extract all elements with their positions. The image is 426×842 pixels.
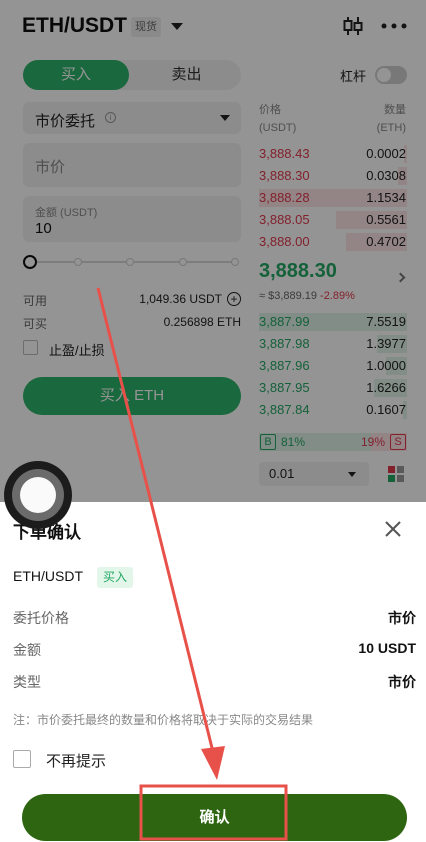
modal-overlay[interactable] — [0, 0, 426, 502]
detail-value: 市价 — [388, 674, 416, 690]
sheet-pair: ETH/USDT — [13, 568, 83, 584]
detail-label: 委托价格 — [13, 610, 69, 626]
detail-row: 类型 市价 — [13, 669, 416, 691]
close-icon[interactable] — [383, 519, 403, 539]
detail-label: 类型 — [13, 674, 41, 690]
confirm-button[interactable]: 确认 — [22, 794, 407, 841]
detail-row: 金额 10 USDT — [13, 637, 416, 659]
assistive-core — [20, 477, 56, 513]
detail-row: 委托价格 市价 — [13, 605, 416, 627]
assistive-touch-button[interactable] — [4, 461, 72, 529]
dont-remind-label: 不再提示 — [46, 753, 107, 770]
order-confirm-sheet: 下单确认 ETH/USDT 买入 委托价格 市价 金额 10 USDT 类型 市… — [0, 502, 426, 842]
checkbox-box[interactable] — [13, 750, 31, 768]
detail-label: 金额 — [13, 642, 41, 658]
detail-value: 10 USDT — [358, 640, 416, 656]
sheet-note: 注：市价委托最终的数量和价格将取决于实际的交易结果 — [13, 713, 314, 727]
dont-remind-checkbox[interactable]: 不再提示 — [13, 748, 153, 770]
detail-value: 市价 — [388, 610, 416, 626]
side-badge: 买入 — [97, 567, 133, 588]
